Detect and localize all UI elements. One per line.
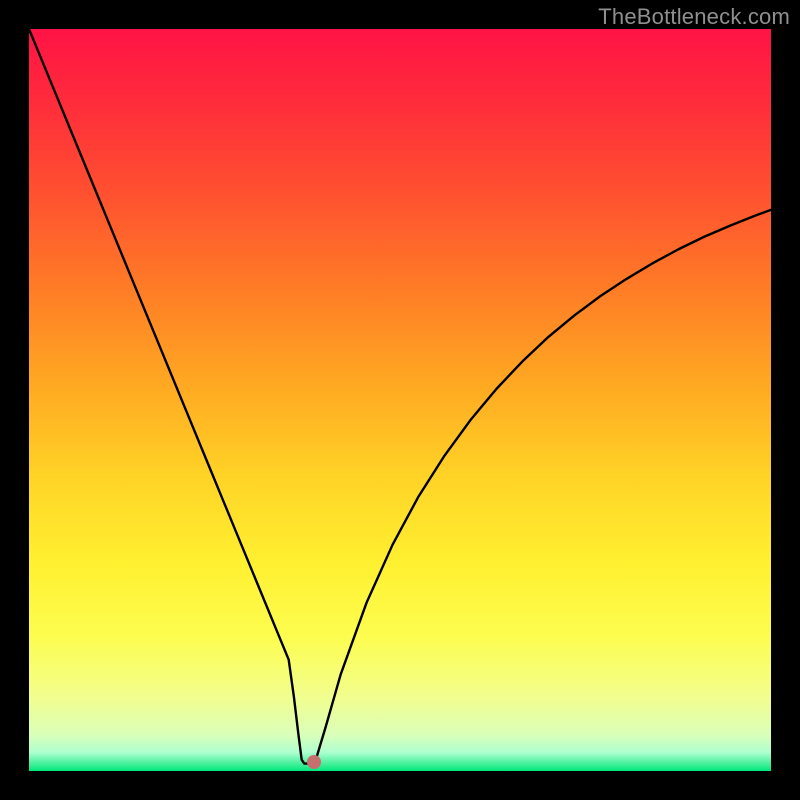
plot-area xyxy=(29,29,771,771)
chart-frame: TheBottleneck.com xyxy=(0,0,800,800)
bottleneck-curve xyxy=(29,29,771,771)
optimum-marker xyxy=(307,755,321,769)
watermark-text: TheBottleneck.com xyxy=(598,4,790,30)
